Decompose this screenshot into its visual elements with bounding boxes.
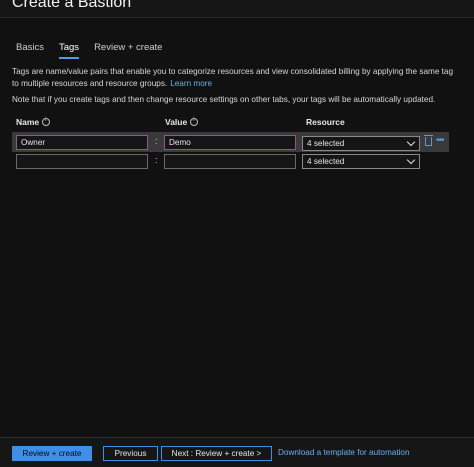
name-value-separator: : <box>155 155 158 165</box>
tag-name-input[interactable]: Owner <box>16 135 148 150</box>
tab-tags[interactable]: Tags <box>58 42 80 59</box>
info-icon[interactable] <box>42 117 51 126</box>
new-tag-value-input[interactable] <box>164 154 296 169</box>
resource-select[interactable]: 4 selected <box>302 136 420 151</box>
tab-review-create[interactable]: Review + create <box>94 42 162 59</box>
name-value-separator: : <box>155 136 158 146</box>
new-resource-select[interactable]: 4 selected <box>302 154 420 169</box>
previous-button[interactable]: Previous <box>103 446 158 461</box>
description-line-2: to multiple resources and resource group… <box>12 78 168 88</box>
page-title: Create a Bastion <box>12 0 132 11</box>
resource-select-value: 4 selected <box>307 157 345 166</box>
trash-icon[interactable] <box>424 135 433 146</box>
chevron-down-icon <box>406 155 416 165</box>
footer-bar: Review + create Previous Next : Review +… <box>0 437 474 467</box>
resource-column-label: Resource <box>306 117 345 127</box>
chevron-down-icon <box>406 137 416 147</box>
tag-value-input[interactable]: Demo <box>164 135 296 150</box>
info-icon[interactable] <box>190 117 199 126</box>
resource-select-value: 4 selected <box>307 139 345 148</box>
learn-more-link[interactable]: Learn more <box>170 79 212 88</box>
download-template-link[interactable]: Download a template for automation <box>278 448 410 457</box>
description-line-1: Tags are name/value pairs that enable yo… <box>12 67 454 76</box>
resource-column-header: Resource <box>306 117 345 127</box>
title-bar: Create a Bastion <box>0 0 474 18</box>
tab-bar: Basics Tags Review + create <box>16 42 177 59</box>
tags-note: Note that if you create tags and then ch… <box>12 95 436 104</box>
value-column-header: Value <box>165 117 199 127</box>
tab-basics[interactable]: Basics <box>16 42 44 59</box>
name-column-header: Name <box>16 117 51 127</box>
next-button[interactable]: Next : Review + create > <box>161 446 272 461</box>
review-create-button[interactable]: Review + create <box>12 446 92 461</box>
more-icon[interactable]: ••• <box>436 135 444 146</box>
tags-description: Tags are name/value pairs that enable yo… <box>12 66 462 89</box>
new-tag-name-input[interactable] <box>16 154 148 169</box>
name-column-label: Name <box>16 117 40 127</box>
value-column-label: Value <box>165 117 188 127</box>
